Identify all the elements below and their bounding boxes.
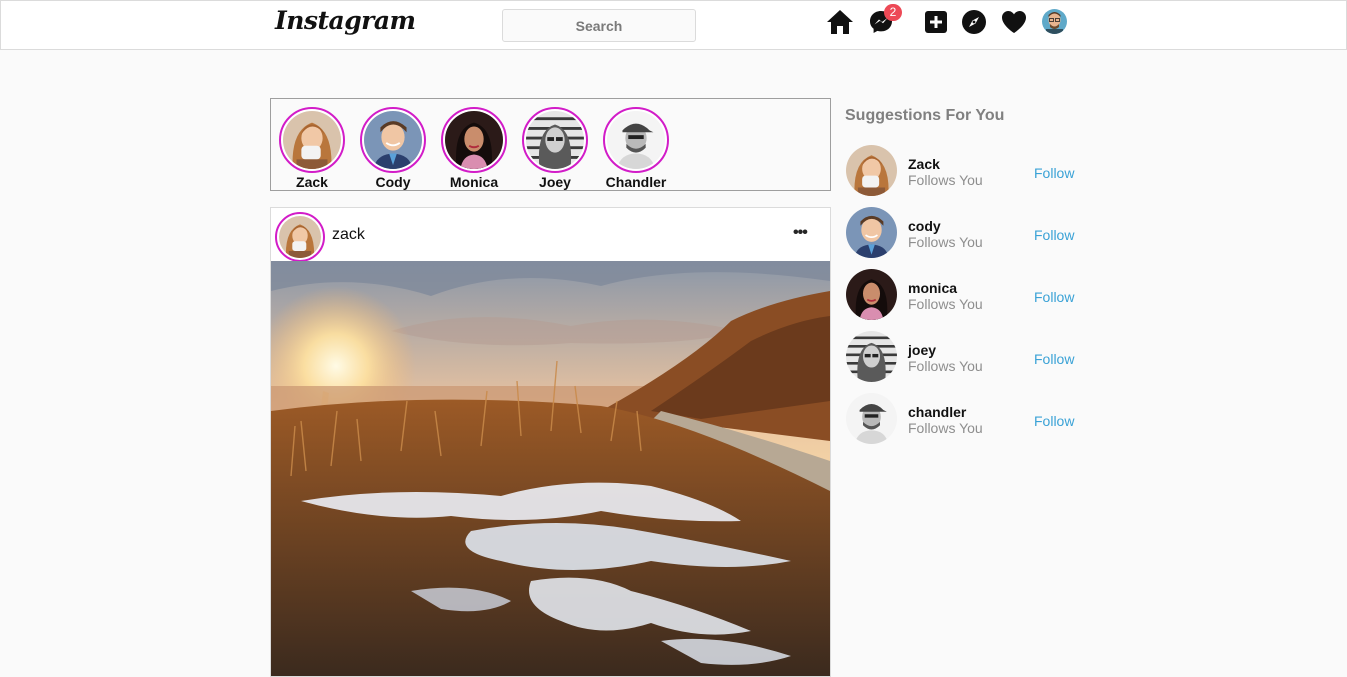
story-label: Joey [539,174,571,190]
suggestion-username[interactable]: Zack [908,156,940,172]
stories-bar: Zack Cody Monica Joey Chandler [270,98,831,191]
suggestion-item: joey Follows You Follow [845,331,1085,383]
story-label: Monica [449,174,499,190]
profile-avatar[interactable] [1042,9,1067,34]
suggestion-item: cody Follows You Follow [845,207,1085,259]
suggestion-subtitle: Follows You [908,358,983,374]
story-monica[interactable]: Monica [439,107,509,190]
story-chandler[interactable]: Chandler [601,107,671,190]
suggestion-avatar[interactable] [846,269,897,320]
suggestion-username[interactable]: chandler [908,404,966,420]
suggestion-avatar[interactable] [846,207,897,258]
follow-button[interactable]: Follow [1034,413,1074,429]
suggestion-avatar[interactable] [846,145,897,196]
suggestion-subtitle: Follows You [908,296,983,312]
suggestion-username[interactable]: monica [908,280,957,296]
story-avatar [526,111,584,169]
home-icon[interactable] [826,8,854,36]
new-post-icon[interactable] [922,8,950,36]
story-ring [603,107,669,173]
heart-icon[interactable] [1000,8,1028,36]
story-avatar [364,111,422,169]
story-avatar [607,111,665,169]
story-avatar [445,111,503,169]
suggestion-item: monica Follows You Follow [845,269,1085,321]
feed-post: zack ••• [270,207,831,677]
story-ring [360,107,426,173]
post-image[interactable] [271,261,830,676]
suggestion-subtitle: Follows You [908,234,983,250]
story-avatar [283,111,341,169]
story-zack[interactable]: Zack [277,107,347,190]
suggestion-item: chandler Follows You Follow [845,393,1085,445]
suggestion-avatar[interactable] [846,331,897,382]
suggestion-subtitle: Follows You [908,420,983,436]
suggestion-item: Zack Follows You Follow [845,145,1085,197]
explore-compass-icon[interactable] [960,8,988,36]
search-input[interactable] [502,9,696,42]
post-avatar-image [279,216,321,258]
post-author-avatar[interactable] [275,212,325,262]
top-navigation-bar: Instagram 2 [0,0,1347,50]
suggestions-title: Suggestions For You [845,107,1005,124]
message-count-badge: 2 [884,4,902,21]
story-joey[interactable]: Joey [520,107,590,190]
story-label: Zack [296,174,328,190]
story-label: Cody [375,174,411,190]
story-ring [279,107,345,173]
story-ring [441,107,507,173]
story-label: Chandler [605,174,667,190]
suggestion-username[interactable]: cody [908,218,941,234]
follow-button[interactable]: Follow [1034,289,1074,305]
follow-button[interactable]: Follow [1034,351,1074,367]
story-cody[interactable]: Cody [358,107,428,190]
more-options-icon[interactable]: ••• [793,224,808,242]
follow-button[interactable]: Follow [1034,165,1074,181]
follow-button[interactable]: Follow [1034,227,1074,243]
instagram-logo[interactable]: Instagram [275,6,416,35]
story-ring [522,107,588,173]
suggestion-avatar[interactable] [846,393,897,444]
post-username[interactable]: zack [332,226,365,244]
suggestion-subtitle: Follows You [908,172,983,188]
suggestion-username[interactable]: joey [908,342,936,358]
